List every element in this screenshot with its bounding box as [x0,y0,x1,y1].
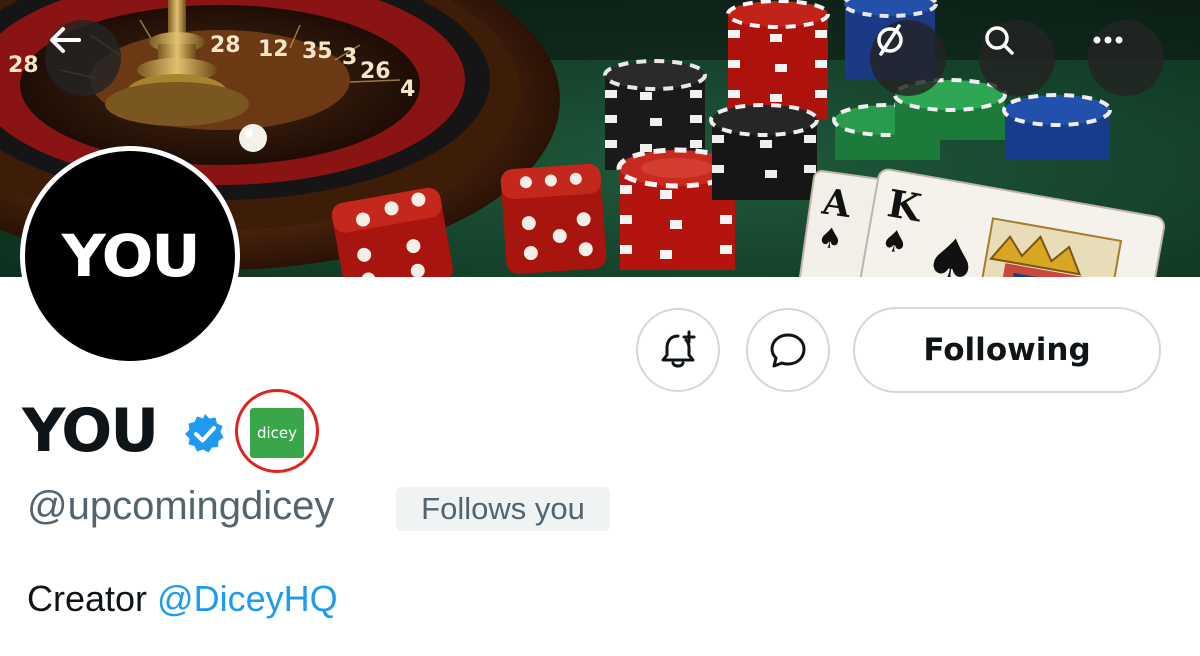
roulette-number: 4 [400,77,415,102]
roulette-number: 26 [360,59,391,84]
bio-mention-link[interactable]: @DiceyHQ [157,578,338,619]
following-button[interactable]: Following [853,307,1161,393]
more-icon [1093,36,1123,44]
roulette-number: 28 [210,33,241,58]
svg-text:♠: ♠ [919,223,984,277]
hide-button[interactable] [870,20,946,96]
roulette-number: 28 [8,53,39,78]
avatar-text: YOU [61,222,201,290]
more-button[interactable] [1088,20,1164,96]
user-handle: @upcomingdicey [27,484,335,528]
roulette-number: 3 [342,45,357,70]
bell-plus-icon [661,330,696,368]
message-bubble-icon [770,333,806,368]
message-button[interactable] [746,308,830,392]
svg-text:♠: ♠ [815,220,844,256]
follows-you-badge: Follows you [396,487,610,531]
bio-text: Creator [27,578,158,619]
eye-slash-icon [877,24,903,56]
arrow-left-icon [50,27,81,53]
search-button[interactable] [979,20,1055,96]
roulette-number: 35 [302,39,333,64]
avatar[interactable]: YOU [20,146,240,366]
display-name: YOU [22,396,159,466]
back-button[interactable] [45,20,121,96]
search-icon [985,26,1014,55]
bio: Creator @DiceyHQ [27,578,338,620]
verified-badge-icon[interactable] [183,412,227,456]
notifications-button[interactable] [636,308,720,392]
affiliate-badge[interactable]: dicey [250,408,304,458]
affiliate-badge-label: dicey [256,424,298,442]
roulette-number: 12 [258,37,289,62]
